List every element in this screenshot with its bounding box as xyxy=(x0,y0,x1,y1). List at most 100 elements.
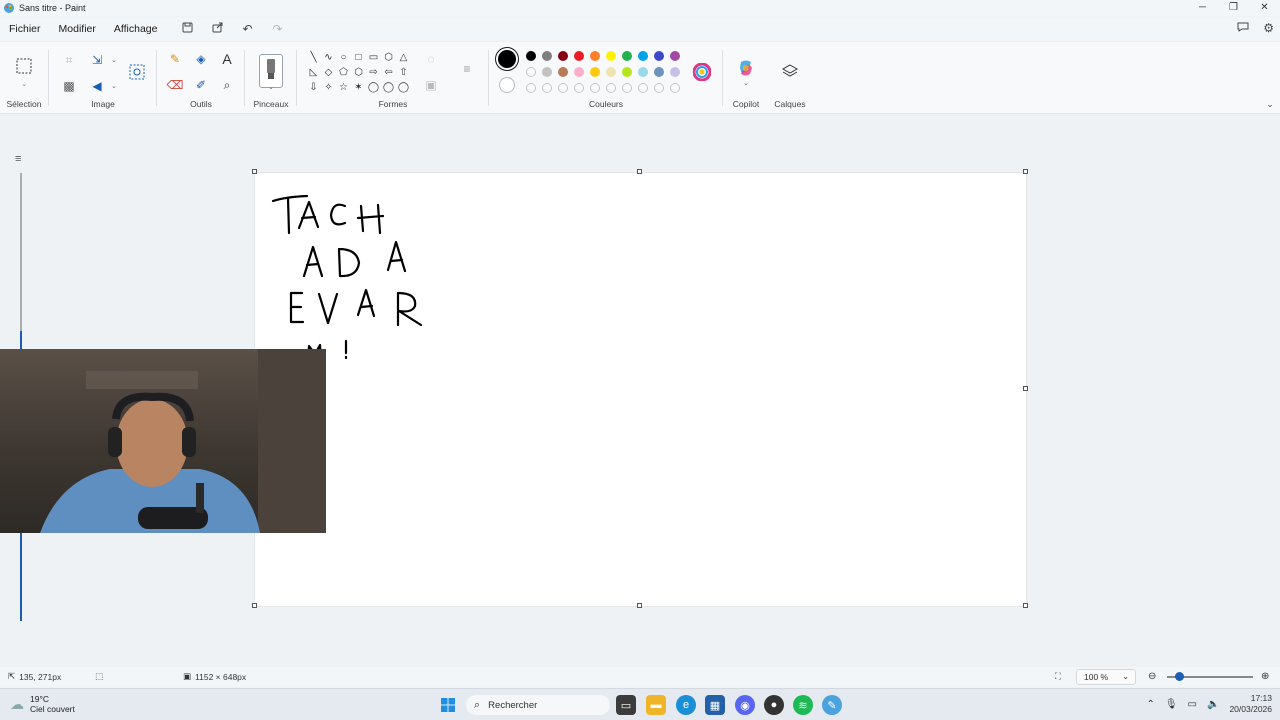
color-swatch[interactable] xyxy=(622,67,632,77)
shape-option-icon[interactable]: ⬡ xyxy=(381,50,396,65)
canvas-resize-handle-sw[interactable] xyxy=(252,603,257,608)
shape-option-icon[interactable]: ⬠ xyxy=(336,65,351,80)
color-swatch[interactable] xyxy=(638,51,648,61)
custom-color-slot[interactable] xyxy=(542,83,552,93)
custom-color-slot[interactable] xyxy=(574,83,584,93)
selection-chevron-icon[interactable]: ⌄ xyxy=(13,73,35,95)
maximize-button[interactable]: ❐ xyxy=(1218,0,1249,16)
custom-color-slot[interactable] xyxy=(638,83,648,93)
color-swatch[interactable] xyxy=(558,51,568,61)
color-swatch[interactable] xyxy=(526,51,536,61)
shape-options-icon[interactable]: ≡ xyxy=(456,58,478,80)
shape-option-icon[interactable]: □ xyxy=(351,50,366,65)
shape-option-icon[interactable]: ▭ xyxy=(366,50,381,65)
background-remove-icon[interactable]: ▩ xyxy=(58,75,80,97)
zoom-slider-thumb[interactable] xyxy=(1175,672,1184,681)
copilot-chevron-icon[interactable]: ⌄ xyxy=(735,72,757,94)
custom-color-slot[interactable] xyxy=(622,83,632,93)
color-swatch[interactable] xyxy=(574,51,584,61)
menu-view[interactable]: Affichage xyxy=(105,23,167,35)
shape-option-icon[interactable]: △ xyxy=(396,50,411,65)
color-swatch[interactable] xyxy=(670,51,680,61)
menu-edit[interactable]: Modifier xyxy=(50,23,105,35)
layers-icon[interactable] xyxy=(779,60,801,82)
clock[interactable]: 17:13 20/03/2026 xyxy=(1229,693,1272,715)
task-view-icon[interactable]: ▭ xyxy=(616,695,636,715)
menu-file[interactable]: Fichier xyxy=(0,23,50,35)
fit-to-window-icon[interactable]: ⛶ xyxy=(1055,671,1061,682)
save-icon[interactable] xyxy=(172,22,202,36)
shape-option-icon[interactable]: ⇦ xyxy=(381,65,396,80)
zoom-in-icon[interactable]: ⊕ xyxy=(1261,671,1269,682)
weather-widget[interactable]: ☁ 19°C Ciel couvert xyxy=(10,694,75,714)
canvas-resize-handle-nw[interactable] xyxy=(252,169,257,174)
fill-bucket-icon[interactable]: ◈ xyxy=(190,48,212,70)
shape-option-icon[interactable]: ◇ xyxy=(321,65,336,80)
color-swatch[interactable] xyxy=(638,67,648,77)
pencil-icon[interactable]: ✎ xyxy=(164,48,186,70)
color-swatch[interactable] xyxy=(606,67,616,77)
primary-color-swatch[interactable] xyxy=(498,50,516,68)
color-swatch[interactable] xyxy=(590,51,600,61)
magnifier-icon[interactable]: ⌕ xyxy=(216,74,238,96)
color-picker-icon[interactable]: ✐ xyxy=(190,74,212,96)
volume-icon[interactable]: 🔈 xyxy=(1207,699,1219,710)
shape-option-icon[interactable]: ⇨ xyxy=(366,65,381,80)
shape-option-icon[interactable]: ◺ xyxy=(306,65,321,80)
color-swatch[interactable] xyxy=(670,67,680,77)
brush-chevron-icon[interactable]: ⌄ xyxy=(260,76,282,98)
resize-chevron-icon[interactable]: ⌄ xyxy=(103,49,125,71)
color-swatch[interactable] xyxy=(654,51,664,61)
shape-option-icon[interactable]: ◯ xyxy=(366,80,381,95)
network-icon[interactable]: ▭ xyxy=(1188,699,1197,710)
shape-option-icon[interactable]: ╲ xyxy=(306,50,321,65)
custom-color-slot[interactable] xyxy=(558,83,568,93)
color-swatch[interactable] xyxy=(574,67,584,77)
color-swatch[interactable] xyxy=(654,67,664,77)
custom-color-slot[interactable] xyxy=(526,67,536,77)
shape-option-icon[interactable]: ⇧ xyxy=(396,65,411,80)
obs-icon[interactable]: ● xyxy=(764,695,784,715)
canvas-resize-handle-n[interactable] xyxy=(637,169,642,174)
undo-icon[interactable]: ↶ xyxy=(232,22,262,36)
canvas-resize-handle-s[interactable] xyxy=(637,603,642,608)
share-icon[interactable] xyxy=(202,22,232,36)
store-icon[interactable]: ▦ xyxy=(705,695,725,715)
spotify-icon[interactable]: ≋ xyxy=(793,695,813,715)
edit-colors-icon[interactable] xyxy=(691,61,713,83)
drawing-canvas[interactable] xyxy=(255,173,1026,606)
custom-color-slot[interactable] xyxy=(654,83,664,93)
discord-icon[interactable]: ◉ xyxy=(735,695,755,715)
edge-browser-icon[interactable]: e xyxy=(676,695,696,715)
outline-icon[interactable]: ◌ xyxy=(420,48,442,70)
redo-icon[interactable]: ↷ xyxy=(262,22,292,36)
shape-option-icon[interactable]: ∿ xyxy=(321,50,336,65)
custom-color-slot[interactable] xyxy=(670,83,680,93)
flip-chevron-icon[interactable]: ⌄ xyxy=(103,75,125,97)
eraser-icon[interactable]: ⌫ xyxy=(164,74,186,96)
custom-color-slot[interactable] xyxy=(590,83,600,93)
fill-icon[interactable]: ▣ xyxy=(420,74,442,96)
color-swatch[interactable] xyxy=(590,67,600,77)
canvas-resize-handle-ne[interactable] xyxy=(1023,169,1028,174)
custom-color-slot[interactable] xyxy=(526,83,536,93)
canvas-resize-handle-e[interactable] xyxy=(1023,386,1028,391)
image-select-icon[interactable] xyxy=(126,61,148,83)
feedback-icon[interactable] xyxy=(1237,21,1249,35)
shape-option-icon[interactable]: ⬡ xyxy=(351,65,366,80)
custom-color-slot[interactable] xyxy=(606,83,616,93)
canvas-resize-handle-se[interactable] xyxy=(1023,603,1028,608)
text-tool-icon[interactable]: A xyxy=(216,48,238,70)
file-explorer-icon[interactable]: ▬ xyxy=(646,695,666,715)
color-swatch[interactable] xyxy=(542,51,552,61)
settings-icon[interactable]: ⚙ xyxy=(1263,21,1274,35)
color-swatch[interactable] xyxy=(606,51,616,61)
crop-icon[interactable]: ⌗ xyxy=(58,49,80,71)
shape-option-icon[interactable]: ○ xyxy=(336,50,351,65)
close-button[interactable]: ✕ xyxy=(1249,0,1280,16)
zoom-out-icon[interactable]: ⊖ xyxy=(1148,671,1156,682)
show-hidden-icons-icon[interactable]: ⌃ xyxy=(1146,699,1154,710)
minimize-button[interactable]: ─ xyxy=(1187,0,1218,16)
color-swatch[interactable] xyxy=(558,67,568,77)
shape-option-icon[interactable]: ✶ xyxy=(351,80,366,95)
